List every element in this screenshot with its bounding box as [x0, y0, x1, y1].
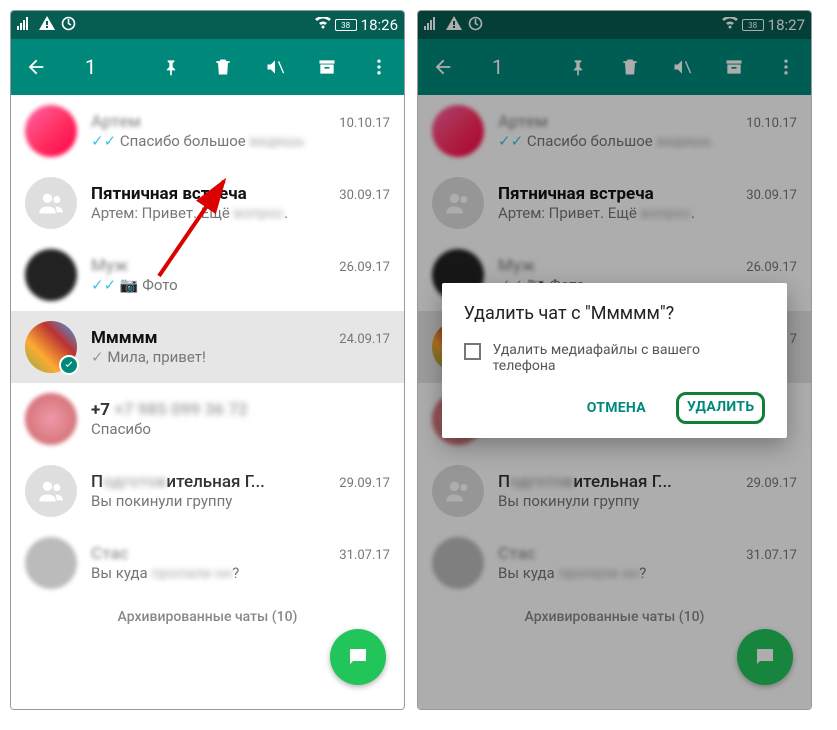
- sync-icon: [61, 16, 76, 35]
- delete-button[interactable]: УДАЛИТЬ: [676, 392, 765, 424]
- camera-icon: 📷: [120, 276, 139, 294]
- delete-media-checkbox-row[interactable]: Удалить медиафайлы с вашего телефона: [464, 342, 766, 374]
- chat-row[interactable]: Стас31.07.17 Вы куда пропали нн?: [11, 527, 404, 599]
- avatar: [25, 249, 77, 301]
- chat-list: Артем10.10.17 ✓✓ Спасибо большое видишь …: [11, 95, 404, 709]
- chat-date: 29.09.17: [339, 476, 390, 491]
- pin-icon[interactable]: [160, 56, 182, 78]
- chat-row[interactable]: Подготовительная Г...29.09.17 Вы покинул…: [11, 455, 404, 527]
- chat-date: 30.09.17: [339, 188, 390, 203]
- checkbox-icon[interactable]: [464, 343, 481, 360]
- avatar: [25, 537, 77, 589]
- more-icon[interactable]: [368, 56, 390, 78]
- chat-date: 31.07.17: [339, 548, 390, 563]
- wifi-icon: [315, 17, 331, 33]
- archived-chats-link[interactable]: Архивированные чаты (10): [11, 599, 404, 625]
- warning-icon: [39, 16, 55, 34]
- chat-name: Муж: [91, 256, 128, 276]
- selection-toolbar: 1: [11, 39, 404, 95]
- chat-name: +7 +7 985 099 36 72: [91, 400, 248, 420]
- status-bar: 38 18:26: [11, 11, 404, 39]
- chat-date: 10.10.17: [339, 116, 390, 131]
- chat-row[interactable]: +7 +7 985 099 36 72 Спасибо: [11, 383, 404, 455]
- chat-name: Стас: [91, 544, 128, 564]
- avatar: [25, 105, 77, 157]
- selected-check-icon: [59, 355, 79, 375]
- delete-chat-dialog: Удалить чат с "Ммммм"? Удалить медиафайл…: [442, 283, 788, 438]
- chat-row[interactable]: Артем10.10.17 ✓✓ Спасибо большое видишь: [11, 95, 404, 167]
- avatar-group: [25, 177, 77, 229]
- dialog-overlay: Удалить чат с "Ммммм"? Удалить медиафайл…: [418, 11, 811, 709]
- checkbox-label: Удалить медиафайлы с вашего телефона: [493, 342, 766, 374]
- phone-right: 38 18:27 1 Артем10.10.17✓✓ Спасибо больш…: [417, 10, 812, 710]
- archive-icon[interactable]: [316, 56, 338, 78]
- mute-icon[interactable]: [264, 56, 286, 78]
- chat-name: Ммммм: [91, 328, 158, 348]
- chat-name: Пятничная встреча: [91, 184, 247, 204]
- signal-icon: [17, 16, 33, 34]
- avatar-group: [25, 465, 77, 517]
- dialog-title: Удалить чат с "Ммммм"?: [464, 303, 766, 324]
- chat-name: Артем: [91, 112, 141, 132]
- back-icon[interactable]: [25, 56, 47, 78]
- delete-icon[interactable]: [212, 56, 234, 78]
- sent-tick-icon: ✓: [91, 348, 104, 366]
- cancel-button[interactable]: ОТМЕНА: [575, 392, 658, 424]
- chat-date: 26.09.17: [339, 260, 390, 275]
- read-ticks-icon: ✓✓: [91, 132, 116, 150]
- read-ticks-icon: ✓✓: [91, 276, 116, 294]
- chat-name: Подготовительная Г...: [91, 472, 265, 492]
- chat-row[interactable]: Муж26.09.17 ✓✓ 📷 Фото: [11, 239, 404, 311]
- chat-row[interactable]: Пятничная встреча30.09.17 Артем: Привет.…: [11, 167, 404, 239]
- phone-left: 38 18:26 1 А: [10, 10, 405, 710]
- avatar: [25, 393, 77, 445]
- chat-date: 24.09.17: [339, 332, 390, 347]
- battery-icon: 38: [335, 19, 357, 31]
- chat-row-selected[interactable]: Ммммм24.09.17 ✓ Мила, привет!: [11, 311, 404, 383]
- selection-count: 1: [85, 55, 96, 79]
- new-chat-fab[interactable]: [330, 629, 386, 685]
- status-time: 18:26: [361, 16, 398, 34]
